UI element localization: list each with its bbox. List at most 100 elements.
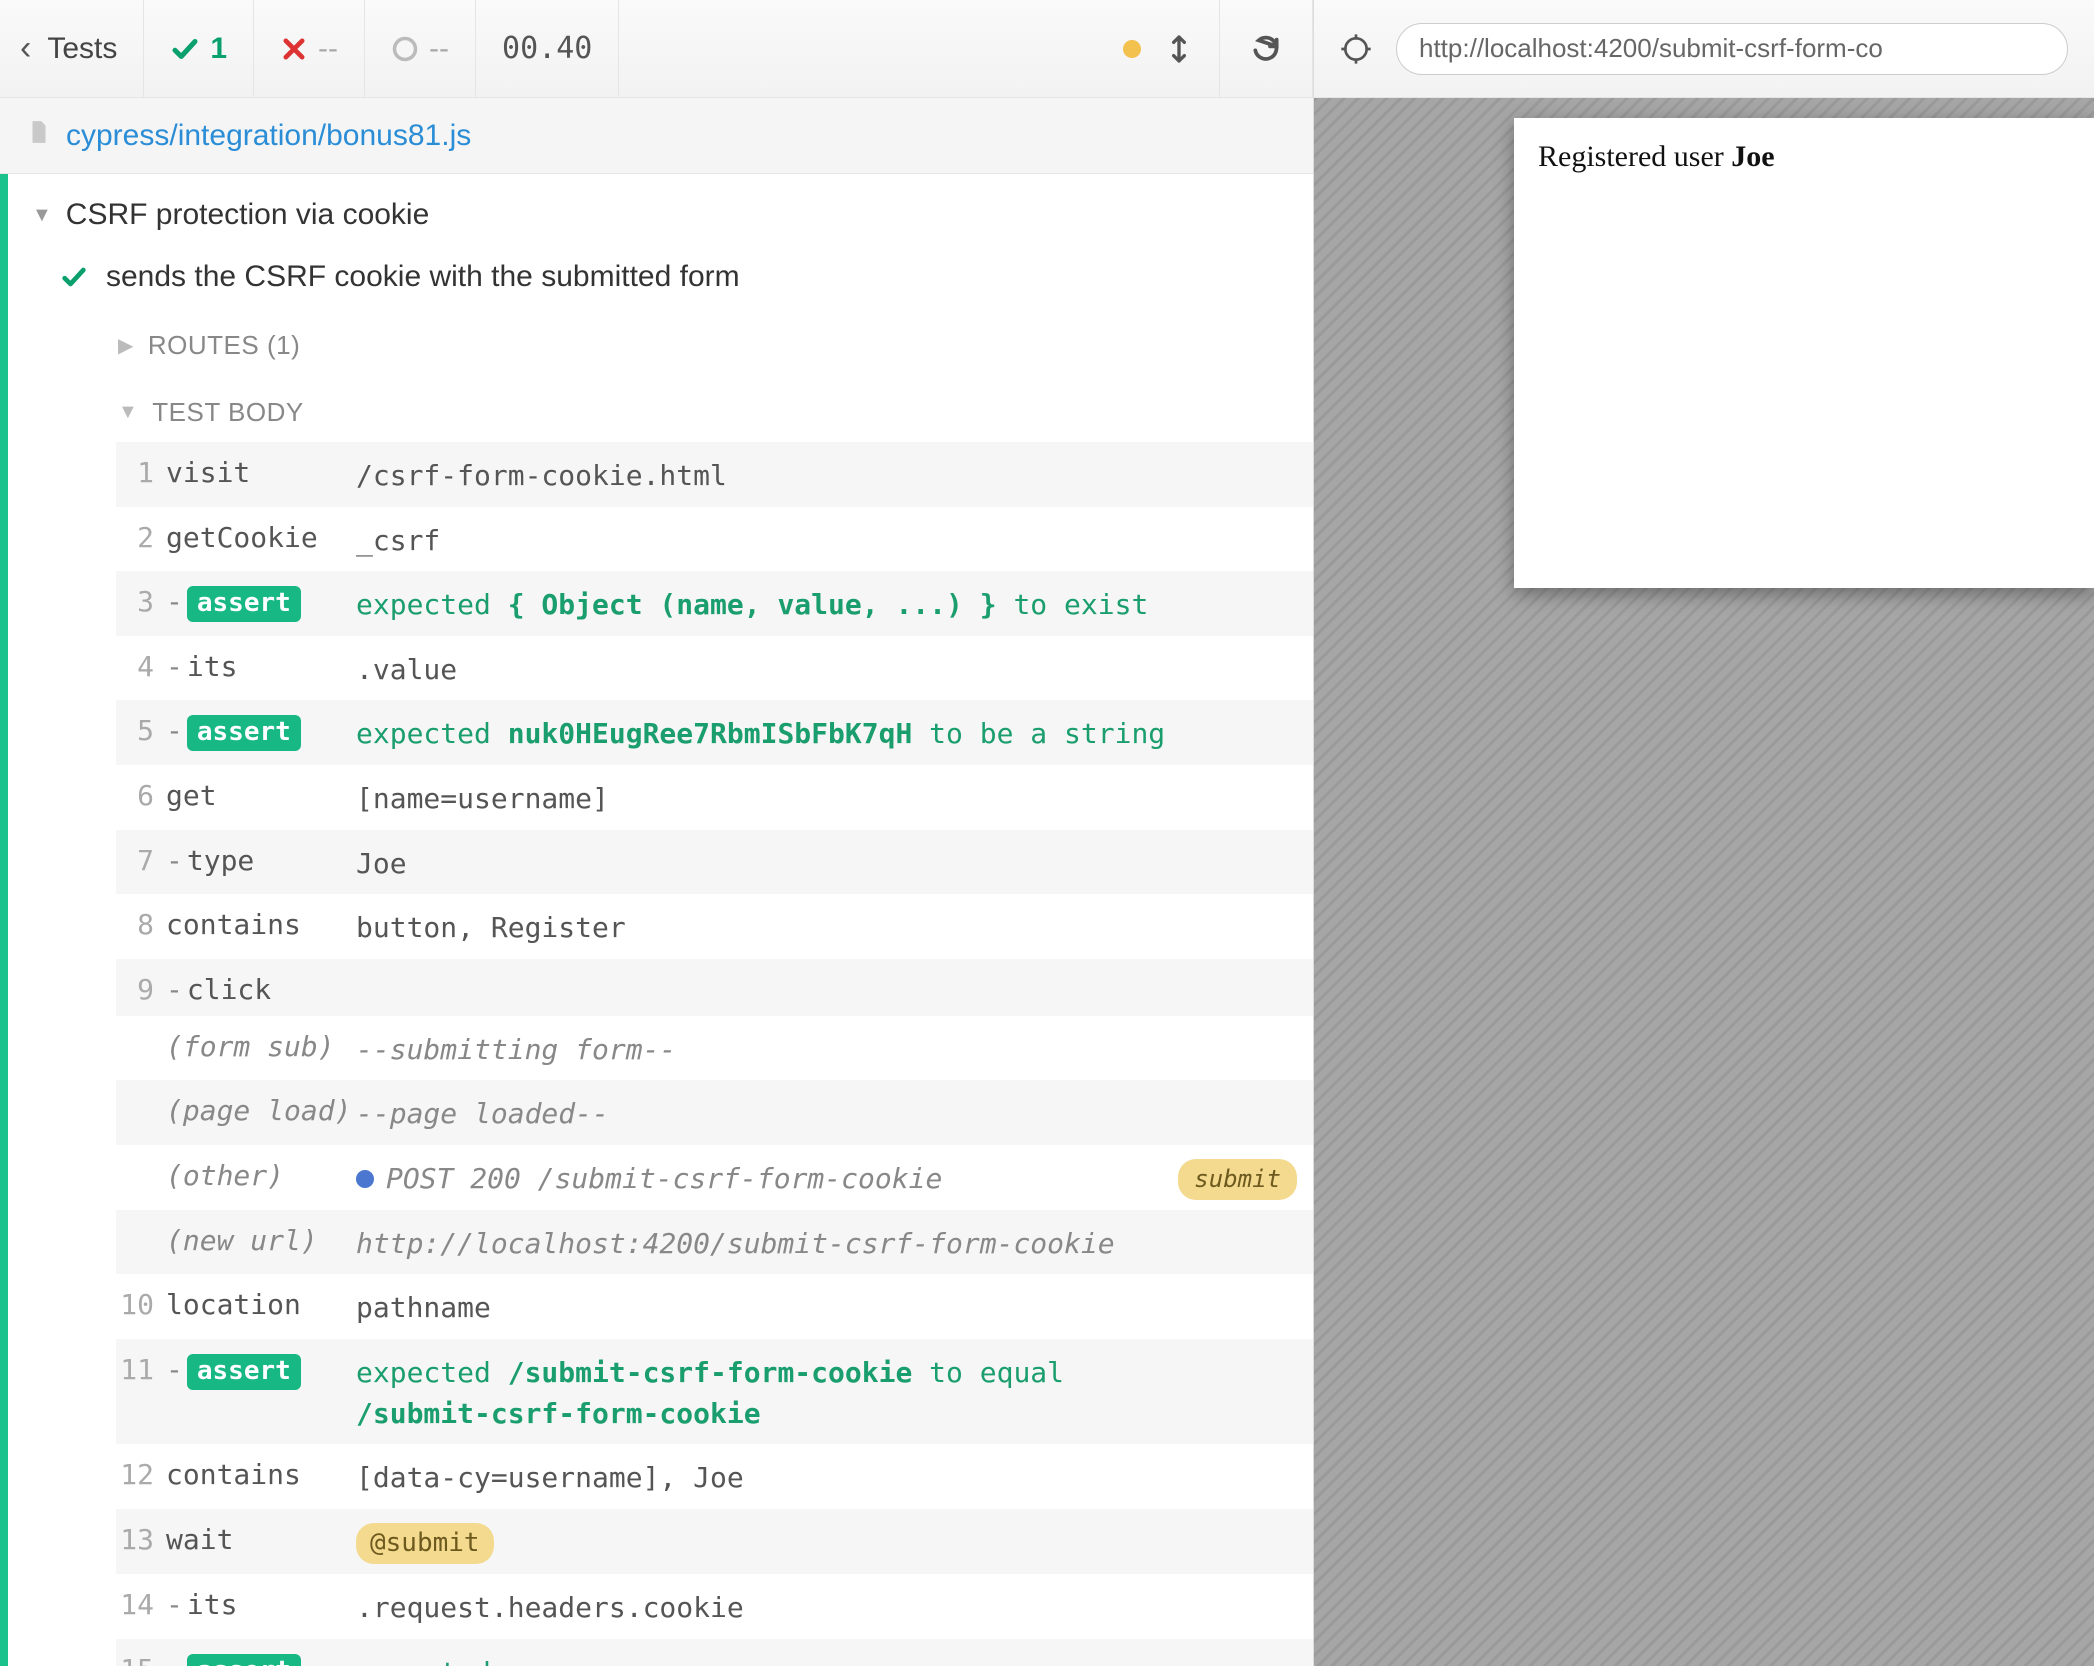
check-icon — [170, 34, 200, 64]
command-event-row[interactable]: (new url)http://localhost:4200/submit-cs… — [116, 1210, 1313, 1275]
command-row[interactable]: 7-typeJoe — [116, 830, 1313, 895]
caret-down-icon: ▼ — [118, 401, 138, 424]
command-number — [120, 1220, 166, 1224]
command-number: 15 — [120, 1649, 166, 1666]
spec-file-path: cypress/integration/bonus81.js — [66, 119, 471, 153]
command-message: /csrf-form-cookie.html — [356, 452, 1297, 497]
command-row[interactable]: 8containsbutton, Register — [116, 894, 1313, 959]
command-message: expected { Object (name, value, ...) } t… — [356, 581, 1297, 626]
assert-badge: assert — [187, 1654, 301, 1666]
aut-url-bar[interactable]: http://localhost:4200/submit-csrf-form-c… — [1396, 23, 2068, 75]
test-body-section-header[interactable]: ▼ TEST BODY — [8, 375, 1313, 442]
back-label: Tests — [47, 32, 117, 66]
updown-arrows-icon — [1163, 33, 1195, 65]
test-body-label: TEST BODY — [152, 397, 303, 428]
command-name: -its — [166, 646, 356, 683]
aut-page: Registered user Joe — [1514, 118, 2094, 588]
command-row[interactable]: 5-assertexpected nuk0HEugRee7RbmISbFbK7q… — [116, 700, 1313, 765]
command-event-row[interactable]: (form sub)--submitting form-- — [116, 1016, 1313, 1081]
check-icon — [60, 263, 88, 291]
command-name: (other) — [166, 1155, 356, 1192]
command-name: getCookie — [166, 517, 356, 554]
command-row[interactable]: 6get[name=username] — [116, 765, 1313, 830]
file-icon — [26, 119, 52, 153]
aut-panel: http://localhost:4200/submit-csrf-form-c… — [1314, 0, 2094, 1666]
assert-badge: assert — [187, 1354, 301, 1390]
aut-stage: Registered user Joe — [1314, 98, 2094, 1666]
auto-scroll-indicator-icon — [1123, 40, 1141, 58]
routes-section-header[interactable]: ▶ ROUTES (1) — [8, 308, 1313, 375]
command-event-row[interactable]: (other)POST 200 /submit-csrf-form-cookie… — [116, 1145, 1313, 1210]
route-alias-pill: submit — [1178, 1159, 1297, 1200]
describe-title: CSRF protection via cookie — [66, 198, 430, 232]
command-event-row[interactable]: (page load)--page loaded-- — [116, 1080, 1313, 1145]
command-row[interactable]: 11-assertexpected /submit-csrf-form-cook… — [116, 1339, 1313, 1444]
top-spacer — [619, 0, 1220, 97]
command-message: pathname — [356, 1284, 1297, 1329]
command-message: _csrf — [356, 517, 1297, 562]
command-message: @submit — [356, 1519, 1297, 1565]
selector-playground-button[interactable] — [1340, 33, 1372, 65]
command-name: (new url) — [166, 1220, 356, 1257]
command-name: (form sub) — [166, 1026, 356, 1063]
command-number: 2 — [120, 517, 166, 554]
back-to-tests-button[interactable]: ‹ Tests — [0, 0, 144, 97]
command-number: 7 — [120, 840, 166, 877]
command-row[interactable]: 12contains[data-cy=username], Joe — [116, 1444, 1313, 1509]
command-message: .value — [356, 646, 1297, 691]
command-row[interactable]: 13wait@submit — [116, 1509, 1313, 1575]
command-number: 3 — [120, 581, 166, 618]
command-message — [356, 969, 1297, 973]
command-number — [120, 1026, 166, 1030]
command-row[interactable]: 2getCookie_csrf — [116, 507, 1313, 572]
command-row[interactable]: 15-assertexpected _csrf=nuk0HEugRee7RbmI… — [116, 1639, 1313, 1666]
command-message: expected nuk0HEugRee7RbmISbFbK7qH to be … — [356, 710, 1297, 755]
command-message: Joe — [356, 840, 1297, 885]
command-number: 9 — [120, 969, 166, 1006]
command-name: -type — [166, 840, 356, 877]
command-row[interactable]: 4-its.value — [116, 636, 1313, 701]
command-message: button, Register — [356, 904, 1297, 949]
reload-icon — [1250, 33, 1282, 65]
passed-count[interactable]: 1 — [144, 0, 254, 97]
command-row[interactable]: 14-its.request.headers.cookie — [116, 1574, 1313, 1639]
describe-row[interactable]: ▼ CSRF protection via cookie — [8, 184, 1313, 246]
pending-count[interactable]: -- — [365, 0, 476, 97]
crosshair-icon — [1340, 33, 1372, 65]
x-icon — [280, 35, 308, 63]
command-number: 14 — [120, 1584, 166, 1621]
command-number — [120, 1090, 166, 1094]
reporter-top-bar: ‹ Tests 1 -- -- 00.40 — [0, 0, 1313, 98]
command-number: 10 — [120, 1284, 166, 1321]
command-number: 8 — [120, 904, 166, 941]
command-name: contains — [166, 904, 356, 941]
command-row[interactable]: 9-click — [116, 959, 1313, 1016]
spec-file-bar[interactable]: cypress/integration/bonus81.js — [0, 98, 1313, 174]
it-title: sends the CSRF cookie with the submitted… — [106, 260, 740, 294]
command-log: 1visit/csrf-form-cookie.html2getCookie_c… — [116, 442, 1313, 1666]
command-row[interactable]: 1visit/csrf-form-cookie.html — [116, 442, 1313, 507]
command-row[interactable]: 3-assertexpected { Object (name, value, … — [116, 571, 1313, 636]
command-number: 1 — [120, 452, 166, 489]
command-name: wait — [166, 1519, 356, 1556]
command-name: -assert — [166, 1349, 356, 1390]
aut-url: http://localhost:4200/submit-csrf-form-c… — [1419, 33, 1883, 64]
command-name: (page load) — [166, 1090, 356, 1127]
rerun-button[interactable] — [1220, 0, 1313, 97]
command-name: contains — [166, 1454, 356, 1491]
command-number: 5 — [120, 710, 166, 747]
command-row[interactable]: 10locationpathname — [116, 1274, 1313, 1339]
auto-scroll-toggle[interactable] — [1163, 33, 1195, 65]
it-row[interactable]: sends the CSRF cookie with the submitted… — [8, 246, 1313, 308]
command-number: 11 — [120, 1349, 166, 1386]
pending-icon — [391, 35, 419, 63]
caret-down-icon: ▼ — [32, 204, 52, 227]
failed-count[interactable]: -- — [254, 0, 365, 97]
command-number: 12 — [120, 1454, 166, 1491]
command-name: location — [166, 1284, 356, 1321]
command-name: -assert — [166, 1649, 356, 1666]
command-number: 4 — [120, 646, 166, 683]
command-name: -assert — [166, 581, 356, 622]
reporter-panel: ‹ Tests 1 -- -- 00.40 — [0, 0, 1314, 1666]
command-message: .request.headers.cookie — [356, 1584, 1297, 1629]
